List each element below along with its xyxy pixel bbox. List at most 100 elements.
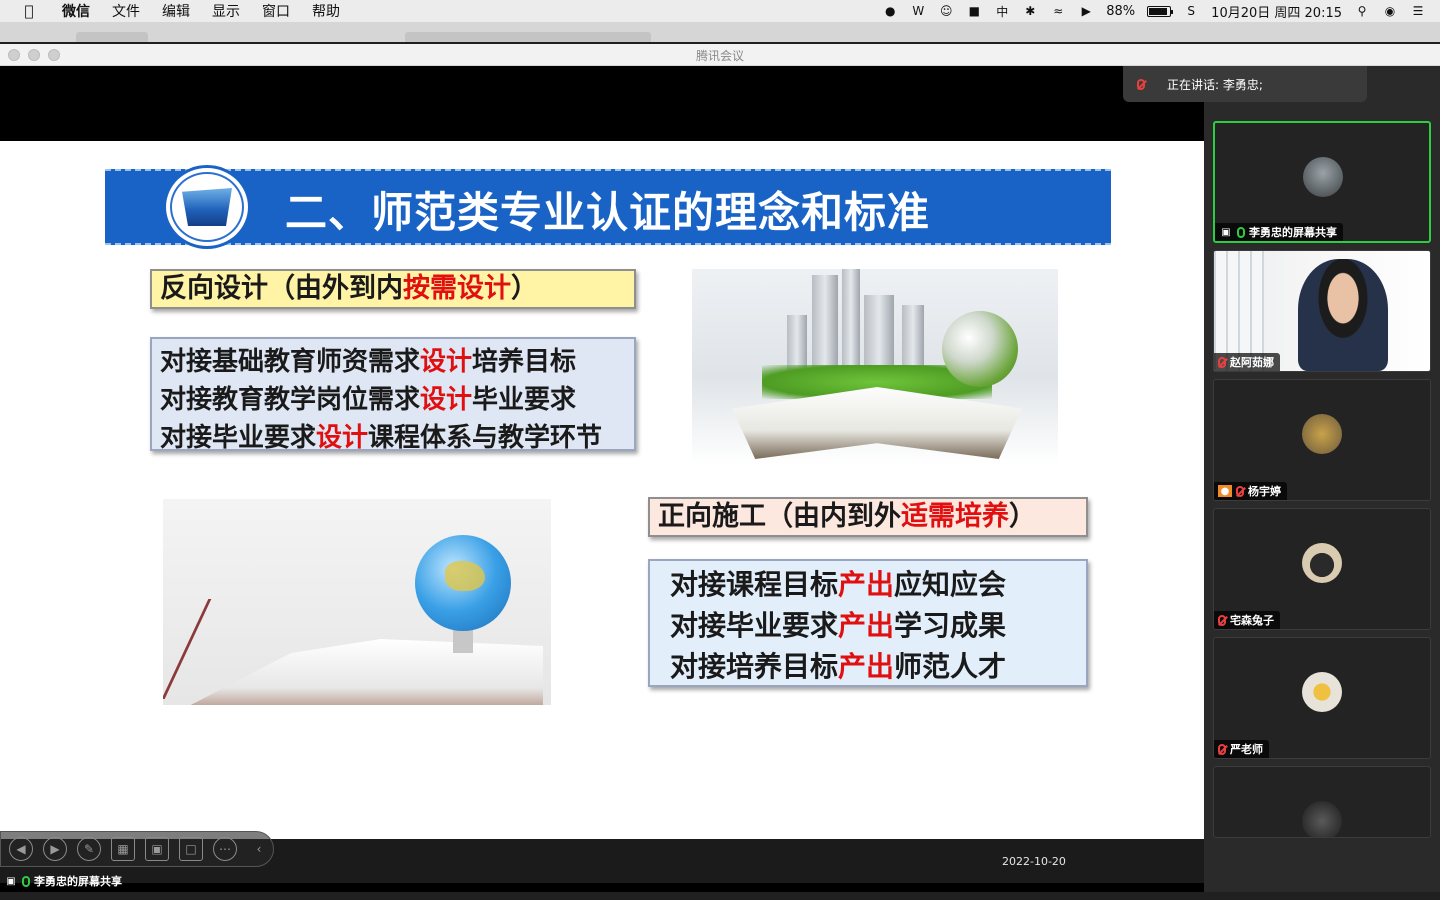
volume-icon[interactable]: ▶ (1078, 4, 1094, 18)
list-item: 对接毕业要求设计课程体系与教学环节 (160, 419, 634, 457)
list-item: 对接培养目标产出师范人才 (670, 647, 1086, 687)
menu-edit[interactable]: 编辑 (162, 1, 190, 21)
forward-build-suffix: ） (1009, 501, 1036, 532)
screen-share-name: 李勇忠的屏幕共享 (34, 875, 122, 888)
menu-bar:  微信 文件 编辑 显示 窗口 帮助 ● W ☺ ■ 中 ✱ ≈ ▶ 88% … (0, 0, 1440, 22)
list-text: 课程体系与教学环节 (368, 423, 603, 453)
bottom-toolbar-strip (0, 892, 1440, 900)
menu-clock[interactable]: 10月20日 周四 20:15 (1211, 2, 1342, 21)
list-text: 对接毕业要求 (670, 609, 839, 642)
avatar (1302, 672, 1342, 712)
slide-control-bar: ◀ ▶ ✎ ▦ ▣ □ ⋯ ‹ 2022-10-20 (0, 831, 1204, 883)
battery-percent: 88% (1106, 3, 1136, 19)
bluetooth-icon[interactable]: ✱ (1022, 4, 1038, 18)
microphone-muted-icon (1236, 485, 1244, 497)
avatar (1302, 543, 1342, 583)
microphone-muted-icon (1218, 614, 1226, 626)
participant-name: 杨宇婷 (1248, 485, 1281, 498)
background-tab[interactable] (76, 32, 148, 42)
list-text: 培养目标 (472, 347, 577, 377)
globe-on-book-image (163, 499, 551, 705)
list-highlight: 产出 (838, 568, 895, 601)
slide-banner: 二、师范类专业认证的理念和标准 (105, 165, 1111, 249)
list-highlight: 设计 (316, 423, 369, 453)
shared-screen[interactable]: 二、师范类专业认证的理念和标准 反向设计（由外到内按需设计） 对接基础教育师资需… (0, 66, 1204, 892)
pen-icon[interactable]: ✎ (77, 837, 101, 861)
subtitle-icon[interactable]: □ (179, 837, 203, 861)
menu-view[interactable]: 显示 (212, 1, 240, 21)
sync-status-icon[interactable]: S (1183, 4, 1199, 18)
smile-status-icon[interactable]: ☺ (938, 4, 954, 18)
list-text: 对接培养目标 (670, 650, 839, 683)
participant-tile[interactable]: 宅森兔子 (1213, 508, 1431, 630)
window-title-bar: 腾讯会议 (0, 44, 1440, 66)
list-highlight: 设计 (420, 347, 473, 377)
window-title: 腾讯会议 (695, 49, 744, 63)
participant-name: 严老师 (1230, 743, 1263, 756)
menu-help[interactable]: 帮助 (312, 1, 340, 21)
participant-name-tag: 严老师 (1214, 740, 1269, 758)
list-text: 师范人才 (894, 650, 1007, 683)
participant-tile[interactable] (1213, 766, 1431, 838)
next-slide-icon[interactable]: ▶ (43, 837, 67, 861)
forward-build-tag: 正向施工（由内到外适需培养） (648, 497, 1088, 537)
screen-share-label: ▣ 李勇忠的屏幕共享 (4, 872, 122, 890)
forward-build-highlight: 适需培养 (901, 501, 1009, 532)
previous-slide-icon[interactable]: ◀ (9, 837, 33, 861)
battery-icon[interactable] (1147, 5, 1174, 17)
participant-tile[interactable]: 严老师 (1213, 637, 1431, 759)
list-highlight: 产出 (838, 650, 895, 683)
forward-build-list: 对接课程目标产出应知应会 对接毕业要求产出学习成果 对接培养目标产出师范人才 (648, 559, 1088, 687)
user-icon: ● (1218, 485, 1232, 497)
avatar (1302, 414, 1342, 454)
collapse-toolbar-icon[interactable]: ‹ (247, 837, 271, 861)
slide-heading: 二、师范类专业认证的理念和标准 (285, 188, 931, 237)
more-options-icon[interactable]: ⋯ (213, 837, 237, 861)
reverse-design-tag: 反向设计（由外到内按需设计） (150, 269, 636, 309)
notification-center-icon[interactable]: ☰ (1410, 4, 1426, 18)
participant-tile[interactable]: 赵阿茹娜 (1213, 250, 1431, 372)
list-highlight: 设计 (420, 385, 473, 415)
siri-icon[interactable]: ◉ (1382, 4, 1398, 18)
slide-toolbar: ◀ ▶ ✎ ▦ ▣ □ ⋯ ‹ (0, 831, 274, 867)
list-text: 对接毕业要求 (160, 423, 317, 453)
wps-status-icon[interactable]: W (910, 4, 926, 18)
list-item: 对接教育教学岗位需求设计毕业要求 (160, 381, 634, 419)
list-text: 对接基础教育师资需求 (160, 347, 421, 377)
participant-tile[interactable]: ▣ 李勇忠的屏幕共享 (1213, 121, 1431, 243)
spotlight-search-icon[interactable]: ⚲ (1354, 4, 1370, 18)
participant-tile[interactable]: ● 杨宇婷 (1213, 379, 1431, 501)
microphone-muted-icon (1218, 356, 1226, 368)
lock-status-icon[interactable]: ■ (966, 4, 982, 18)
participant-name: 李勇忠的屏幕共享 (1249, 226, 1337, 239)
menu-file[interactable]: 文件 (112, 1, 140, 21)
participant-name-tag: 赵阿茹娜 (1214, 353, 1280, 371)
speaking-indicator: 正在讲话: 李勇忠; (1123, 66, 1367, 102)
reverse-design-highlight: 按需设计 (403, 273, 511, 304)
participant-name-tag: ● 杨宇婷 (1214, 482, 1287, 500)
slide-grid-icon[interactable]: ▦ (111, 837, 135, 861)
list-highlight: 产出 (838, 609, 895, 642)
microphone-on-icon (22, 875, 30, 887)
university-logo-icon (163, 165, 251, 249)
background-tab[interactable] (405, 32, 651, 42)
slide-date: 2022-10-20 (1002, 855, 1066, 868)
wifi-icon[interactable]: ≈ (1050, 4, 1066, 18)
list-text: 毕业要求 (472, 385, 577, 415)
microphone-muted-icon (1218, 743, 1226, 755)
list-item: 对接毕业要求产出学习成果 (670, 605, 1086, 647)
list-text: 学习成果 (894, 609, 1007, 642)
screen-share-icon: ▣ (1221, 226, 1231, 238)
participant-name-tag: 宅森兔子 (1214, 611, 1280, 629)
menu-window[interactable]: 窗口 (262, 1, 290, 21)
background-tab-strip (0, 22, 1440, 42)
participant-name: 宅森兔子 (1230, 614, 1274, 627)
wechat-status-icon[interactable]: ● (882, 4, 898, 18)
input-method-icon[interactable]: 中 (994, 4, 1010, 19)
apple-menu-icon[interactable]:  (18, 2, 40, 20)
menu-app-name[interactable]: 微信 (62, 1, 90, 21)
city-on-book-image (692, 269, 1058, 465)
participant-name-tag: ▣ 李勇忠的屏幕共享 (1215, 223, 1343, 241)
camera-icon[interactable]: ▣ (145, 837, 169, 861)
avatar (1302, 801, 1342, 837)
